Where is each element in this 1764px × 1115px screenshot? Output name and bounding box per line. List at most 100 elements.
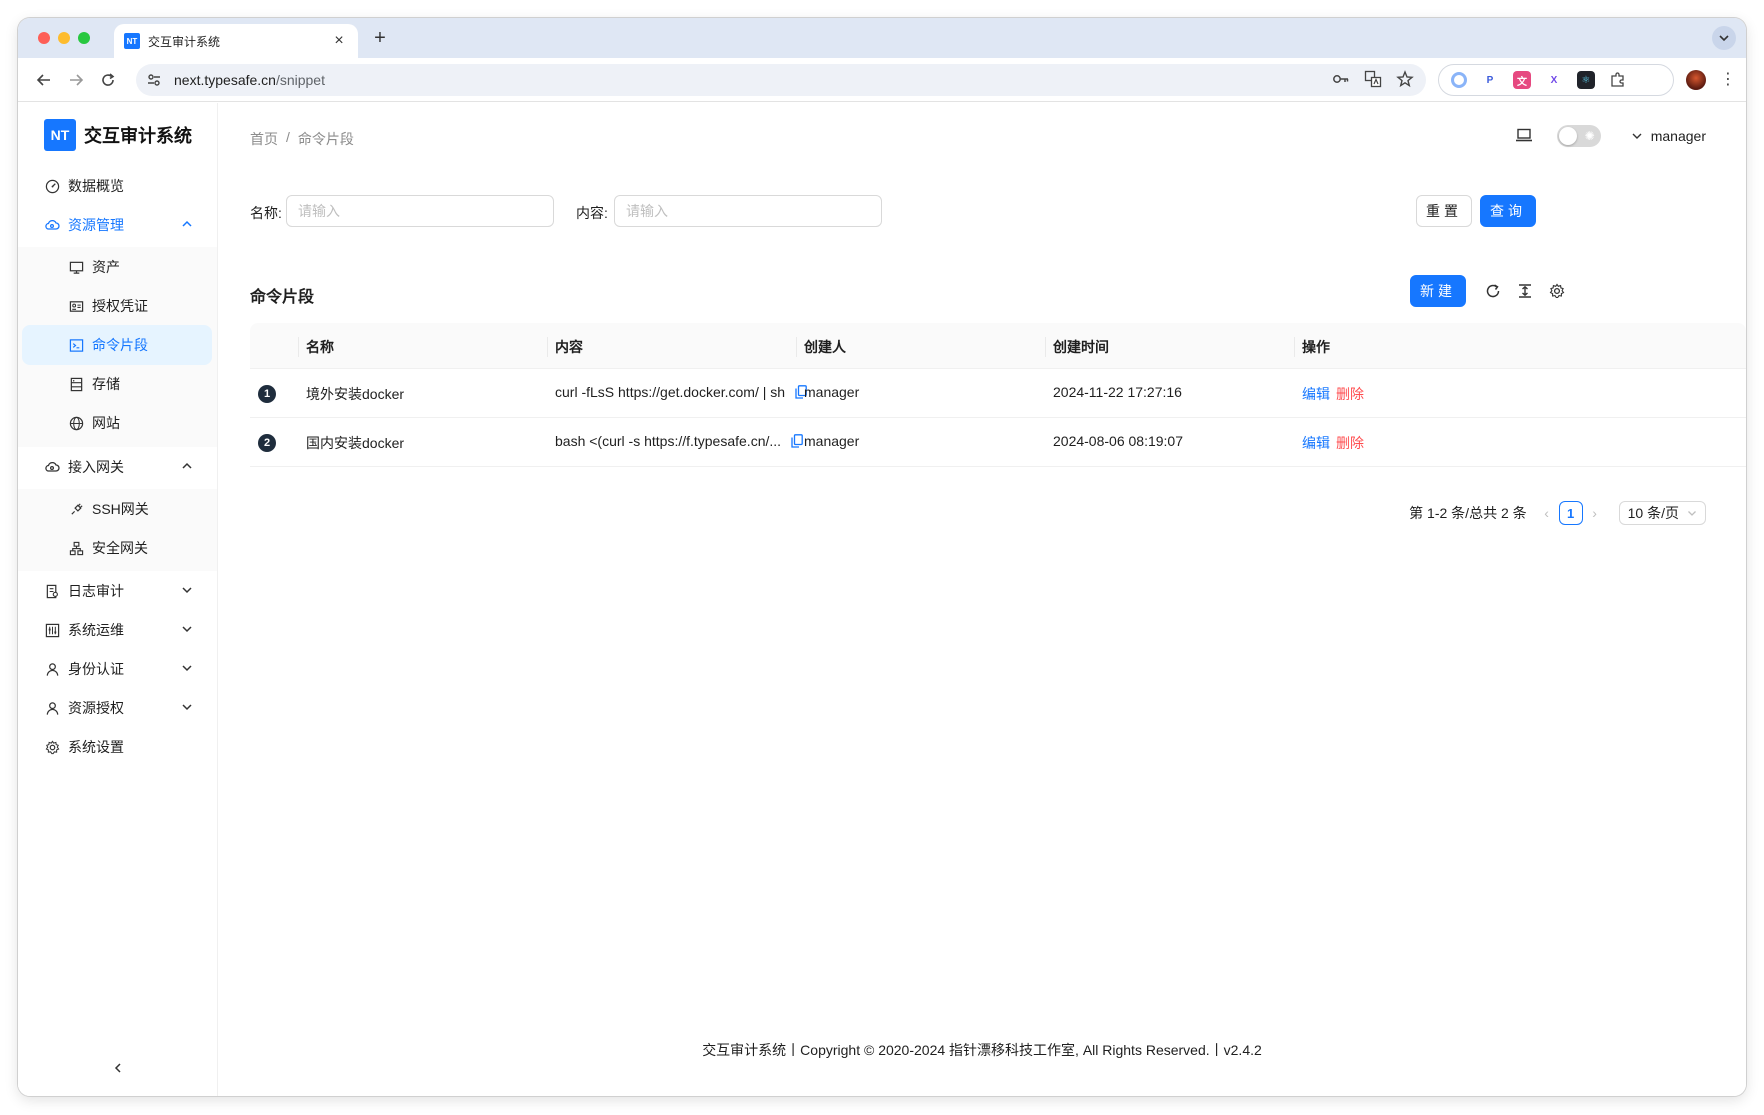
sidebar-item-assets[interactable]: 资产 [22, 247, 212, 287]
reload-icon[interactable] [1484, 282, 1502, 300]
desktop-icon [68, 259, 84, 275]
site-settings-icon[interactable] [146, 72, 162, 88]
tab-search-button[interactable] [1712, 26, 1736, 50]
maximize-window-button[interactable] [78, 32, 90, 44]
control-icon [44, 622, 60, 638]
sidebar-item-gateway[interactable]: 接入网关 [22, 447, 212, 487]
laptop-icon[interactable] [1515, 126, 1533, 147]
sidebar-item-websites[interactable]: 网站 [22, 403, 212, 443]
app-root: NT 交互审计系统 数据概览 资源管理 资产 授权凭证 命令片段 存储 网站 接… [18, 103, 1746, 1096]
extension-circle-icon[interactable] [1451, 72, 1467, 88]
page-size-value: 10 条/页 [1627, 505, 1679, 521]
arrow-left-icon [36, 74, 50, 86]
sidebar-item-security-gateway[interactable]: 安全网关 [22, 528, 212, 568]
query-button[interactable]: 查询 [1480, 195, 1536, 227]
column-header-created-at[interactable]: 创建时间 [1053, 337, 1109, 357]
profile-avatar[interactable] [1686, 70, 1706, 90]
chevron-left-icon [114, 1063, 121, 1073]
reload-button[interactable] [96, 68, 120, 92]
page-size-select[interactable]: 10 条/页 [1618, 501, 1706, 525]
sidebar-item-credentials[interactable]: 授权凭证 [22, 286, 212, 326]
new-tab-button[interactable]: + [368, 26, 392, 50]
content-input[interactable] [614, 195, 882, 227]
row-index-badge: 1 [258, 385, 276, 403]
delete-link[interactable]: 删除 [1336, 433, 1364, 453]
copy-icon[interactable] [791, 434, 803, 448]
prev-page-icon[interactable]: ‹ [1535, 505, 1559, 521]
sidebar-item-dashboard[interactable]: 数据概览 [22, 166, 212, 206]
browser-window: NT 交互审计系统 × + next.typesafe.cn/snippet P… [18, 18, 1746, 1096]
extension-x-icon[interactable]: X [1545, 71, 1563, 89]
forward-button[interactable] [64, 68, 88, 92]
table-tools: 新建 [1410, 275, 1566, 307]
url-path: /snippet [275, 72, 325, 88]
chevron-down-icon [182, 704, 192, 711]
sidebar-item-storage[interactable]: 存储 [22, 364, 212, 404]
sidebar-item-ssh-gateway[interactable]: SSH网关 [22, 489, 212, 529]
chevron-up-icon [182, 220, 192, 227]
react-devtools-icon[interactable]: ⚛ [1577, 71, 1595, 89]
sun-icon: ✺ [1584, 129, 1595, 143]
user-icon [44, 661, 60, 677]
user-menu[interactable]: manager [1631, 128, 1706, 144]
table-header: 名称 内容 创建人 创建时间 操作 [250, 323, 1746, 369]
column-header-creator[interactable]: 创建人 [804, 337, 846, 357]
sidebar-item-log-audit[interactable]: 日志审计 [22, 571, 212, 611]
edit-link[interactable]: 编辑 [1302, 433, 1330, 453]
cell-creator: manager [804, 384, 860, 400]
sidebar: NT 交互审计系统 数据概览 资源管理 资产 授权凭证 命令片段 存储 网站 接… [18, 103, 218, 1096]
translate-icon[interactable] [1364, 70, 1382, 88]
column-height-icon[interactable] [1516, 282, 1534, 300]
dashboard-icon [44, 178, 60, 194]
browser-menu-icon[interactable]: ⋮ [1718, 68, 1738, 92]
sidebar-item-label: 系统运维 [68, 622, 124, 638]
back-button[interactable] [32, 68, 56, 92]
page-number-button[interactable]: 1 [1558, 501, 1583, 525]
breadcrumb: 首页 / 命令片段 [250, 129, 354, 149]
address-bar[interactable]: next.typesafe.cn/snippet [136, 64, 1426, 96]
sidebar-item-resource-auth[interactable]: 资源授权 [22, 688, 212, 728]
snippet-table: 名称 内容 创建人 创建时间 操作 1 境外安装docker curl -fLs… [250, 323, 1746, 467]
content-label: 内容: [576, 205, 608, 221]
chevron-down-icon [1688, 511, 1696, 516]
column-header-name[interactable]: 名称 [306, 337, 334, 357]
extension-pink-icon[interactable]: 文 [1513, 71, 1531, 89]
key-icon[interactable] [1332, 70, 1350, 88]
browser-tab[interactable]: NT 交互审计系统 × [114, 24, 358, 58]
theme-toggle[interactable]: ✺ [1556, 125, 1601, 147]
name-input[interactable] [286, 195, 554, 227]
sidebar-item-label: 授权凭证 [92, 298, 148, 314]
column-separator [298, 337, 299, 357]
username: manager [1650, 128, 1706, 144]
extensions-group: P 文 X ⚛ [1438, 64, 1674, 96]
extension-pin-icon[interactable]: P [1481, 71, 1499, 89]
sidebar-item-identity[interactable]: 身份认证 [22, 649, 212, 689]
tab-close-icon[interactable]: × [330, 32, 348, 50]
reset-button[interactable]: 重置 [1416, 195, 1472, 227]
id-card-icon [68, 298, 84, 314]
plug-icon [68, 501, 84, 517]
sidebar-item-label: 安全网关 [92, 540, 148, 556]
sidebar-item-sys-settings[interactable]: 系统设置 [22, 727, 212, 767]
sidebar-item-label: 数据概览 [68, 178, 124, 194]
sidebar-item-resource-mgmt[interactable]: 资源管理 [22, 205, 212, 245]
close-window-button[interactable] [38, 32, 50, 44]
puzzle-icon[interactable] [1609, 71, 1627, 89]
brand[interactable]: NT 交互审计系统 [44, 119, 192, 151]
storage-icon [68, 376, 84, 392]
collapse-sidebar-button[interactable] [106, 1056, 130, 1080]
column-header-content[interactable]: 内容 [555, 337, 583, 357]
breadcrumb-home[interactable]: 首页 [250, 129, 278, 149]
delete-link[interactable]: 删除 [1336, 384, 1364, 404]
sidebar-item-sys-ops[interactable]: 系统运维 [22, 610, 212, 650]
sidebar-item-snippets[interactable]: 命令片段 [22, 325, 212, 365]
footer-copyright: 交互审计系统丨Copyright © 2020-2024 指针漂移科技工作室, … [702, 1042, 1262, 1058]
minimize-window-button[interactable] [58, 32, 70, 44]
next-page-icon[interactable]: › [1583, 505, 1607, 521]
sidebar-item-label: 网站 [92, 415, 120, 431]
settings-icon[interactable] [1548, 282, 1566, 300]
new-button[interactable]: 新建 [1410, 275, 1466, 307]
sidebar-item-label: 身份认证 [68, 661, 124, 677]
edit-link[interactable]: 编辑 [1302, 384, 1330, 404]
star-icon[interactable] [1396, 70, 1414, 88]
